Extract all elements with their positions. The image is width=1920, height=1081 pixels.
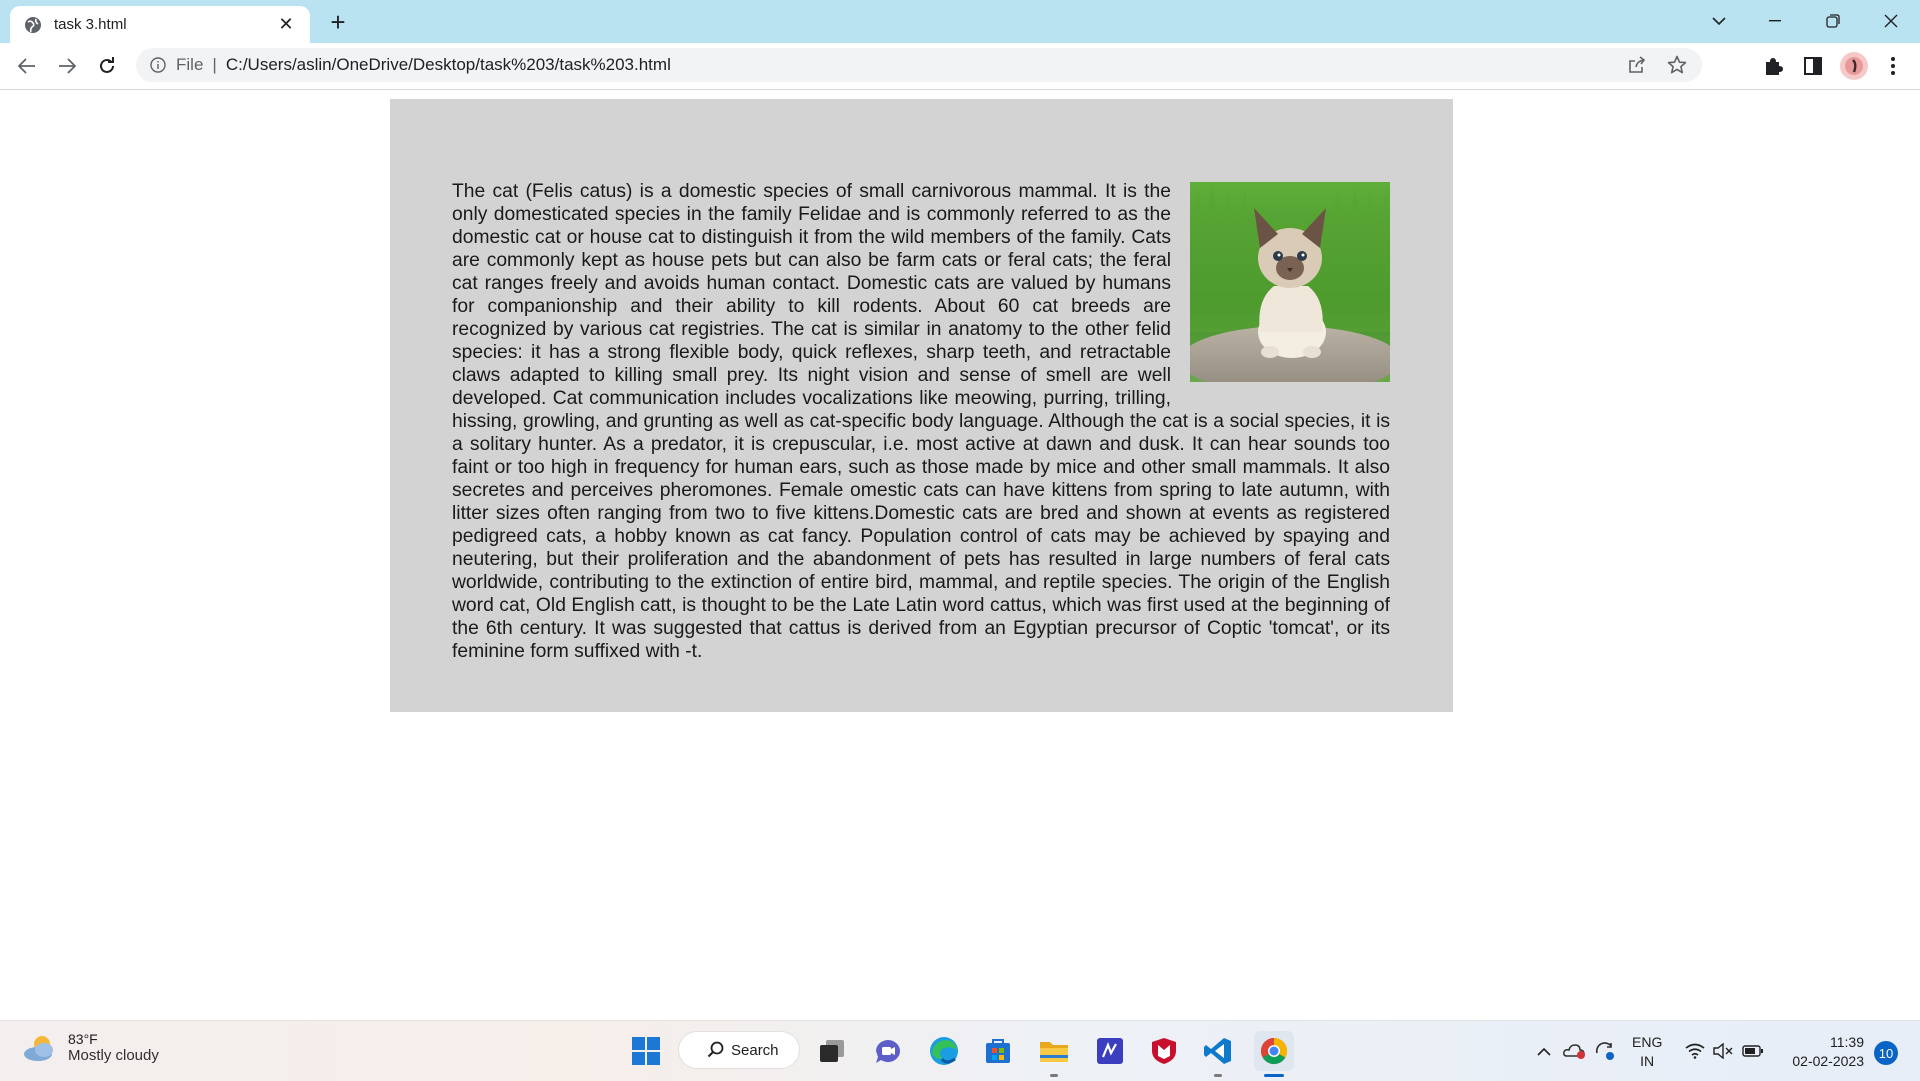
edge-button[interactable] (924, 1031, 964, 1071)
restore-button[interactable] (1810, 6, 1856, 36)
edge-icon (930, 1037, 958, 1065)
language-code: ENG (1632, 1034, 1663, 1050)
clock-date: 02-02-2023 (1792, 1053, 1864, 1069)
taskbar-search[interactable]: Search (678, 1031, 800, 1069)
cloudy-weather-icon (24, 1035, 53, 1061)
mcafee-shield-icon (1152, 1038, 1176, 1064)
new-tab-button[interactable]: + (326, 9, 350, 35)
start-button[interactable] (626, 1031, 666, 1071)
pen-app-icon (1097, 1038, 1123, 1064)
share-icon[interactable] (1626, 54, 1648, 76)
browser-toolbar: File | C:/Users/aslin/OneDrive/Desktop/t… (0, 43, 1920, 90)
content-box: The cat (Felis catus) is a domestic spec… (390, 99, 1453, 712)
chrome-button[interactable] (1254, 1031, 1294, 1071)
vscode-icon (1204, 1038, 1231, 1064)
profile-icon (1845, 57, 1863, 75)
sync-status-icon[interactable] (1592, 1031, 1618, 1071)
address-separator: | (212, 55, 217, 74)
profile-avatar[interactable] (1840, 52, 1868, 80)
close-tab-icon[interactable]: ✕ (276, 14, 296, 35)
folder-icon (1040, 1042, 1068, 1062)
chevron-up-icon (1537, 1047, 1551, 1056)
windows-taskbar: 83°F Mostly cloudy Search ENG IN 11:39 0… (0, 1020, 1920, 1081)
chat-icon (876, 1040, 900, 1063)
weather-widget[interactable]: 83°F Mostly cloudy (22, 1031, 159, 1064)
clock-time: 11:39 (1830, 1034, 1864, 1050)
side-panel-icon[interactable] (1800, 53, 1826, 79)
extensions-puzzle-icon[interactable] (1760, 53, 1786, 79)
vscode-button[interactable] (1198, 1031, 1238, 1071)
battery-icon[interactable] (1740, 1031, 1766, 1071)
weather-condition: Mostly cloudy (68, 1047, 159, 1064)
browser-tab[interactable]: task 3.html ✕ (10, 6, 310, 43)
onedrive-status-icon[interactable] (1562, 1031, 1588, 1071)
task-view-icon (820, 1040, 844, 1062)
store-icon (986, 1039, 1010, 1063)
forward-button[interactable] (52, 51, 82, 81)
volume-muted-icon[interactable] (1710, 1031, 1736, 1071)
address-scheme: File (176, 55, 204, 74)
reload-button[interactable] (92, 51, 122, 81)
region-code: IN (1640, 1053, 1655, 1069)
pen-app-button[interactable] (1090, 1031, 1130, 1071)
tab-title: task 3.html (54, 16, 127, 33)
tab-search-icon[interactable] (1696, 6, 1742, 36)
mcafee-button[interactable] (1144, 1031, 1184, 1071)
chrome-active-indicator (1264, 1074, 1284, 1077)
kitten-image (1190, 182, 1390, 382)
wifi-icon[interactable] (1682, 1031, 1708, 1071)
reload-icon (100, 57, 114, 73)
language-indicator[interactable]: ENG IN (1632, 1033, 1662, 1071)
browser-menu-icon[interactable] (1880, 53, 1906, 79)
back-button[interactable] (12, 51, 42, 81)
address-bar[interactable]: File | C:/Users/aslin/OneDrive/Desktop/t… (136, 48, 1702, 82)
search-icon (707, 1041, 724, 1058)
browser-tab-strip: task 3.html ✕ + (0, 0, 1920, 43)
teams-chat-button[interactable] (868, 1031, 908, 1071)
system-clock[interactable]: 11:39 02-02-2023 (1780, 1033, 1864, 1071)
minimize-button[interactable] (1752, 6, 1798, 36)
info-icon[interactable] (150, 57, 166, 73)
microsoft-store-button[interactable] (978, 1031, 1018, 1071)
article: The cat (Felis catus) is a domestic spec… (452, 180, 1390, 663)
weather-temperature: 83°F (68, 1031, 98, 1047)
task-view-button[interactable] (812, 1031, 852, 1071)
file-explorer-button[interactable] (1034, 1031, 1074, 1071)
bookmark-star-icon[interactable] (1666, 54, 1688, 76)
close-window-button[interactable] (1868, 6, 1914, 36)
forward-arrow-icon (59, 58, 76, 74)
show-hidden-icons-button[interactable] (1534, 1031, 1554, 1071)
search-label: Search (731, 1041, 779, 1059)
address-url[interactable]: C:/Users/aslin/OneDrive/Desktop/task%203… (226, 55, 1608, 75)
back-arrow-icon (18, 58, 35, 74)
file-explorer-running-indicator (1050, 1074, 1058, 1077)
notification-badge[interactable]: 10 (1874, 1041, 1898, 1065)
globe-icon (25, 16, 41, 33)
chrome-icon (1260, 1037, 1288, 1065)
vscode-running-indicator (1214, 1074, 1222, 1077)
windows-logo-icon (632, 1037, 660, 1065)
